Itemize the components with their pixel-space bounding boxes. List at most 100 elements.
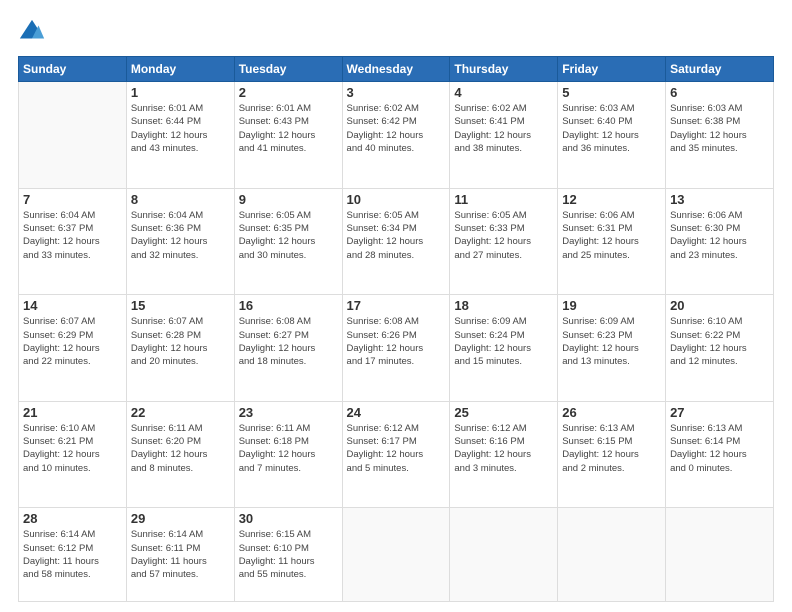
day-info: Sunrise: 6:05 AM Sunset: 6:33 PM Dayligh… xyxy=(454,209,553,262)
week-row-2: 7 Sunrise: 6:04 AM Sunset: 6:37 PM Daylig… xyxy=(19,188,774,295)
calendar-cell: 27Sunrise: 6:13 AM Sunset: 6:14 PM Dayli… xyxy=(666,401,774,508)
day-number: 3 xyxy=(347,85,446,100)
calendar-cell: 8Sunrise: 6:04 AM Sunset: 6:36 PM Daylig… xyxy=(126,188,234,295)
day-number: 24 xyxy=(347,405,446,420)
calendar-cell: 26 Sunrise: 6:13 AM Sunset: 6:15 PM Dayli… xyxy=(558,401,666,508)
weekday-header-wednesday: Wednesday xyxy=(342,57,450,82)
day-info: Sunrise: 6:10 AM Sunset: 6:22 PM Dayligh… xyxy=(670,315,769,368)
calendar-cell: 18Sunrise: 6:09 AM Sunset: 6:24 PM Dayli… xyxy=(450,295,558,402)
day-number: 20 xyxy=(670,298,769,313)
calendar-cell xyxy=(342,508,450,602)
day-number: 22 xyxy=(131,405,230,420)
calendar-cell xyxy=(666,508,774,602)
day-number: 27 xyxy=(670,405,769,420)
header xyxy=(18,18,774,46)
weekday-header-monday: Monday xyxy=(126,57,234,82)
calendar-cell: 24Sunrise: 6:12 AM Sunset: 6:17 PM Dayli… xyxy=(342,401,450,508)
day-number: 15 xyxy=(131,298,230,313)
day-number: 25 xyxy=(454,405,553,420)
calendar-cell: 23 Sunrise: 6:11 AM Sunset: 6:18 PM Dayli… xyxy=(234,401,342,508)
day-number: 23 xyxy=(239,405,338,420)
calendar-cell: 19 Sunrise: 6:09 AM Sunset: 6:23 PM Dayli… xyxy=(558,295,666,402)
day-info: Sunrise: 6:07 AM Sunset: 6:29 PM Dayligh… xyxy=(23,315,122,368)
day-number: 5 xyxy=(562,85,661,100)
day-info: Sunrise: 6:15 AM Sunset: 6:10 PM Dayligh… xyxy=(239,528,338,581)
day-number: 14 xyxy=(23,298,122,313)
day-info: Sunrise: 6:08 AM Sunset: 6:26 PM Dayligh… xyxy=(347,315,446,368)
day-info: Sunrise: 6:02 AM Sunset: 6:41 PM Dayligh… xyxy=(454,102,553,155)
day-info: Sunrise: 6:01 AM Sunset: 6:44 PM Dayligh… xyxy=(131,102,230,155)
day-number: 4 xyxy=(454,85,553,100)
calendar-cell: 12 Sunrise: 6:06 AM Sunset: 6:31 PM Dayli… xyxy=(558,188,666,295)
calendar-cell: 21Sunrise: 6:10 AM Sunset: 6:21 PM Dayli… xyxy=(19,401,127,508)
calendar-cell xyxy=(450,508,558,602)
week-row-3: 14 Sunrise: 6:07 AM Sunset: 6:29 PM Dayli… xyxy=(19,295,774,402)
week-row-4: 21Sunrise: 6:10 AM Sunset: 6:21 PM Dayli… xyxy=(19,401,774,508)
calendar-cell xyxy=(19,82,127,189)
day-number: 10 xyxy=(347,192,446,207)
week-row-5: 28 Sunrise: 6:14 AM Sunset: 6:12 PM Dayli… xyxy=(19,508,774,602)
day-info: Sunrise: 6:06 AM Sunset: 6:30 PM Dayligh… xyxy=(670,209,769,262)
day-info: Sunrise: 6:04 AM Sunset: 6:37 PM Dayligh… xyxy=(23,209,122,262)
calendar-cell: 2 Sunrise: 6:01 AM Sunset: 6:43 PM Daylig… xyxy=(234,82,342,189)
logo xyxy=(18,18,50,46)
day-info: Sunrise: 6:14 AM Sunset: 6:12 PM Dayligh… xyxy=(23,528,122,581)
day-info: Sunrise: 6:09 AM Sunset: 6:23 PM Dayligh… xyxy=(562,315,661,368)
day-info: Sunrise: 6:01 AM Sunset: 6:43 PM Dayligh… xyxy=(239,102,338,155)
day-number: 11 xyxy=(454,192,553,207)
calendar-cell xyxy=(558,508,666,602)
day-number: 1 xyxy=(131,85,230,100)
day-number: 17 xyxy=(347,298,446,313)
calendar-table: SundayMondayTuesdayWednesdayThursdayFrid… xyxy=(18,56,774,602)
calendar-cell: 22 Sunrise: 6:11 AM Sunset: 6:20 PM Dayli… xyxy=(126,401,234,508)
day-number: 16 xyxy=(239,298,338,313)
weekday-header-tuesday: Tuesday xyxy=(234,57,342,82)
day-info: Sunrise: 6:06 AM Sunset: 6:31 PM Dayligh… xyxy=(562,209,661,262)
day-number: 13 xyxy=(670,192,769,207)
logo-icon xyxy=(18,18,46,46)
calendar-cell: 29Sunrise: 6:14 AM Sunset: 6:11 PM Dayli… xyxy=(126,508,234,602)
week-row-1: 1 Sunrise: 6:01 AM Sunset: 6:44 PM Daylig… xyxy=(19,82,774,189)
day-info: Sunrise: 6:04 AM Sunset: 6:36 PM Dayligh… xyxy=(131,209,230,262)
day-number: 7 xyxy=(23,192,122,207)
day-number: 30 xyxy=(239,511,338,526)
day-info: Sunrise: 6:05 AM Sunset: 6:35 PM Dayligh… xyxy=(239,209,338,262)
day-number: 26 xyxy=(562,405,661,420)
day-info: Sunrise: 6:08 AM Sunset: 6:27 PM Dayligh… xyxy=(239,315,338,368)
day-number: 19 xyxy=(562,298,661,313)
day-info: Sunrise: 6:02 AM Sunset: 6:42 PM Dayligh… xyxy=(347,102,446,155)
calendar-cell: 7 Sunrise: 6:04 AM Sunset: 6:37 PM Daylig… xyxy=(19,188,127,295)
calendar-cell: 3 Sunrise: 6:02 AM Sunset: 6:42 PM Daylig… xyxy=(342,82,450,189)
calendar-cell: 25Sunrise: 6:12 AM Sunset: 6:16 PM Dayli… xyxy=(450,401,558,508)
day-number: 2 xyxy=(239,85,338,100)
day-number: 29 xyxy=(131,511,230,526)
weekday-header-friday: Friday xyxy=(558,57,666,82)
day-number: 9 xyxy=(239,192,338,207)
day-info: Sunrise: 6:05 AM Sunset: 6:34 PM Dayligh… xyxy=(347,209,446,262)
weekday-header-sunday: Sunday xyxy=(19,57,127,82)
calendar-cell: 14 Sunrise: 6:07 AM Sunset: 6:29 PM Dayli… xyxy=(19,295,127,402)
calendar-cell: 1 Sunrise: 6:01 AM Sunset: 6:44 PM Daylig… xyxy=(126,82,234,189)
calendar-cell: 11 Sunrise: 6:05 AM Sunset: 6:33 PM Dayli… xyxy=(450,188,558,295)
day-number: 6 xyxy=(670,85,769,100)
day-info: Sunrise: 6:03 AM Sunset: 6:40 PM Dayligh… xyxy=(562,102,661,155)
calendar-cell: 4 Sunrise: 6:02 AM Sunset: 6:41 PM Daylig… xyxy=(450,82,558,189)
day-number: 21 xyxy=(23,405,122,420)
day-info: Sunrise: 6:11 AM Sunset: 6:18 PM Dayligh… xyxy=(239,422,338,475)
day-info: Sunrise: 6:07 AM Sunset: 6:28 PM Dayligh… xyxy=(131,315,230,368)
day-info: Sunrise: 6:09 AM Sunset: 6:24 PM Dayligh… xyxy=(454,315,553,368)
day-number: 12 xyxy=(562,192,661,207)
weekday-header-row: SundayMondayTuesdayWednesdayThursdayFrid… xyxy=(19,57,774,82)
calendar-cell: 20 Sunrise: 6:10 AM Sunset: 6:22 PM Dayli… xyxy=(666,295,774,402)
calendar-cell: 13 Sunrise: 6:06 AM Sunset: 6:30 PM Dayli… xyxy=(666,188,774,295)
calendar-cell: 30 Sunrise: 6:15 AM Sunset: 6:10 PM Dayli… xyxy=(234,508,342,602)
calendar-cell: 5 Sunrise: 6:03 AM Sunset: 6:40 PM Daylig… xyxy=(558,82,666,189)
day-info: Sunrise: 6:11 AM Sunset: 6:20 PM Dayligh… xyxy=(131,422,230,475)
calendar-cell: 6 Sunrise: 6:03 AM Sunset: 6:38 PM Daylig… xyxy=(666,82,774,189)
day-info: Sunrise: 6:13 AM Sunset: 6:15 PM Dayligh… xyxy=(562,422,661,475)
day-info: Sunrise: 6:03 AM Sunset: 6:38 PM Dayligh… xyxy=(670,102,769,155)
calendar-cell: 10 Sunrise: 6:05 AM Sunset: 6:34 PM Dayli… xyxy=(342,188,450,295)
day-number: 28 xyxy=(23,511,122,526)
calendar-cell: 16 Sunrise: 6:08 AM Sunset: 6:27 PM Dayli… xyxy=(234,295,342,402)
calendar-cell: 17 Sunrise: 6:08 AM Sunset: 6:26 PM Dayli… xyxy=(342,295,450,402)
